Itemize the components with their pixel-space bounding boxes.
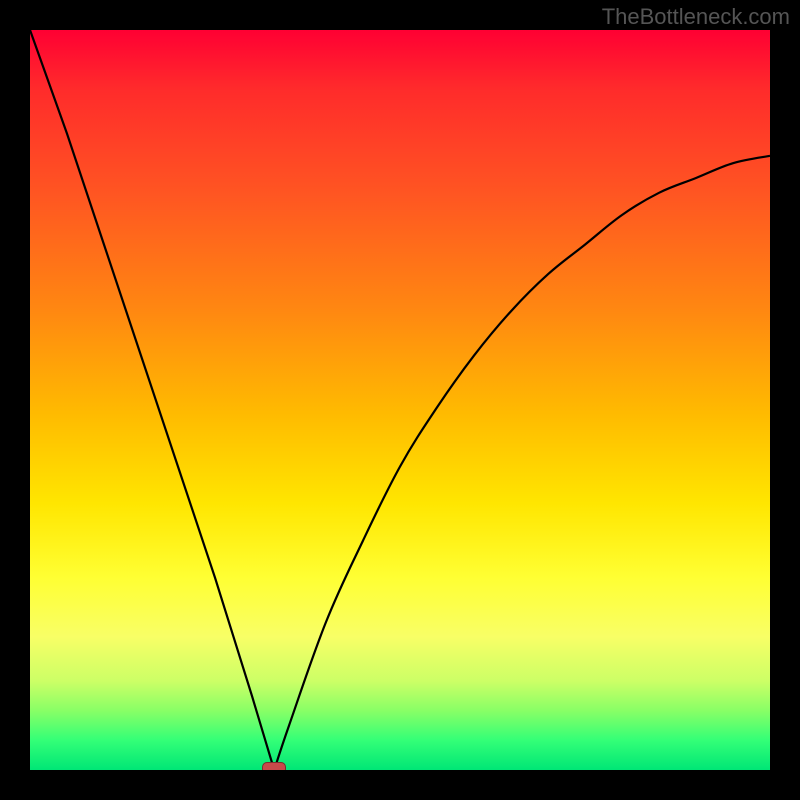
plot-area — [30, 30, 770, 770]
watermark-text: TheBottleneck.com — [602, 4, 790, 30]
curve-path — [30, 30, 770, 770]
minimum-marker — [262, 762, 286, 770]
bottleneck-curve — [30, 30, 770, 770]
